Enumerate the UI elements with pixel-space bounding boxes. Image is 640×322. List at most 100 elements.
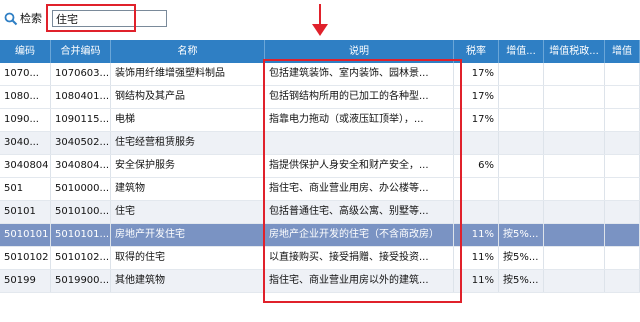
tax-rate-cell: 11% — [454, 270, 499, 292]
vat-extra-cell — [605, 155, 640, 177]
search-bar: 检索 住宅 — [0, 0, 640, 38]
vat-policy-cell — [544, 224, 605, 246]
tax-rate-cell — [454, 132, 499, 154]
table-row[interactable]: 1080... 1080401... 钢结构及其产品 包括钢结构所用的已加工的各种型.… — [0, 86, 640, 109]
name-cell: 电梯 — [111, 109, 265, 131]
name-cell: 建筑物 — [111, 178, 265, 200]
tax-rate-cell: 17% — [454, 86, 499, 108]
vat-cell — [499, 155, 544, 177]
column-header-name[interactable]: 名称 — [111, 40, 265, 63]
vat-extra-cell — [605, 178, 640, 200]
merge-code-cell: 5010000... — [51, 178, 111, 200]
merge-code-cell: 5019900... — [51, 270, 111, 292]
column-header-vat[interactable]: 增值... — [499, 40, 544, 63]
column-header-tax-rate[interactable]: 税率 — [454, 40, 499, 63]
column-header-description[interactable]: 说明 — [265, 40, 454, 63]
tax-rate-cell: 11% — [454, 224, 499, 246]
table-row[interactable]: 1070... 1070603... 装饰用纤维增强塑料制品 包括建筑装饰、室内装饰、… — [0, 63, 640, 86]
vat-policy-cell — [544, 178, 605, 200]
table-row[interactable]: 1090... 1090115... 电梯 指靠电力拖动（或液压缸顶举），... 17% — [0, 109, 640, 132]
vat-cell — [499, 63, 544, 85]
name-cell: 住宅 — [111, 201, 265, 223]
vat-extra-cell — [605, 224, 640, 246]
description-cell — [265, 132, 454, 154]
vat-cell — [499, 109, 544, 131]
description-cell: 包括普通住宅、高级公寓、别墅等... — [265, 201, 454, 223]
description-cell: 包括钢结构所用的已加工的各种型... — [265, 86, 454, 108]
vat-cell: 按5%... — [499, 270, 544, 292]
vat-cell — [499, 86, 544, 108]
code-cell: 1090... — [0, 109, 51, 131]
table-row[interactable]: 5010102 5010102... 取得的住宅 以直接购买、接受捐赠、接受投资...… — [0, 247, 640, 270]
code-cell: 501 — [0, 178, 51, 200]
vat-extra-cell — [605, 63, 640, 85]
merge-code-cell: 3040502... — [51, 132, 111, 154]
search-icon[interactable] — [4, 12, 18, 26]
code-cell: 5010101 — [0, 224, 51, 246]
merge-code-cell: 1080401... — [51, 86, 111, 108]
name-cell: 住宅经营租赁服务 — [111, 132, 265, 154]
description-cell: 指靠电力拖动（或液压缸顶举），... — [265, 109, 454, 131]
vat-cell: 按5%... — [499, 247, 544, 269]
tax-rate-cell: 17% — [454, 63, 499, 85]
description-cell: 指住宅、商业营业用房以外的建筑... — [265, 270, 454, 292]
name-cell: 其他建筑物 — [111, 270, 265, 292]
tax-rate-cell — [454, 201, 499, 223]
name-cell: 房地产开发住宅 — [111, 224, 265, 246]
vat-extra-cell — [605, 132, 640, 154]
column-header-vat-policy[interactable]: 增值税政... — [544, 40, 605, 63]
description-cell: 指提供保护人身安全和财产安全，... — [265, 155, 454, 177]
vat-cell — [499, 201, 544, 223]
code-cell: 1080... — [0, 86, 51, 108]
table-row[interactable]: 50101 5010100... 住宅 包括普通住宅、高级公寓、别墅等... — [0, 201, 640, 224]
table-row[interactable]: 5010101 5010101... 房地产开发住宅 房地产企业开发的住宅（不含商改房… — [0, 224, 640, 247]
column-header-vat-extra[interactable]: 增值 — [605, 40, 640, 63]
tax-rate-cell — [454, 178, 499, 200]
search-label: 检索 — [20, 12, 42, 25]
column-header-code[interactable]: 编码 — [0, 40, 51, 63]
table-row[interactable]: 50199 5019900... 其他建筑物 指住宅、商业营业用房以外的建筑... 11… — [0, 270, 640, 293]
name-cell: 钢结构及其产品 — [111, 86, 265, 108]
pointer-arrow-head — [312, 24, 328, 36]
vat-policy-cell — [544, 109, 605, 131]
vat-extra-cell — [605, 201, 640, 223]
merge-code-cell: 5010101... — [51, 224, 111, 246]
column-header-merge-code[interactable]: 合并编码 — [51, 40, 111, 63]
vat-policy-cell — [544, 132, 605, 154]
vat-cell — [499, 178, 544, 200]
tax-code-table: 编码 合并编码 名称 说明 税率 增值... 增值税政... 增值 1070..… — [0, 40, 640, 293]
code-cell: 50101 — [0, 201, 51, 223]
merge-code-cell: 5010100... — [51, 201, 111, 223]
vat-extra-cell — [605, 247, 640, 269]
pointer-arrow-shaft — [319, 4, 321, 26]
vat-extra-cell — [605, 109, 640, 131]
vat-cell — [499, 132, 544, 154]
name-cell: 取得的住宅 — [111, 247, 265, 269]
table-header: 编码 合并编码 名称 说明 税率 增值... 增值税政... 增值 — [0, 40, 640, 63]
code-cell: 1070... — [0, 63, 51, 85]
vat-policy-cell — [544, 155, 605, 177]
vat-cell: 按5%... — [499, 224, 544, 246]
table-row[interactable]: 3040... 3040502... 住宅经营租赁服务 — [0, 132, 640, 155]
vat-policy-cell — [544, 247, 605, 269]
vat-policy-cell — [544, 201, 605, 223]
merge-code-cell: 5010102... — [51, 247, 111, 269]
vat-extra-cell — [605, 270, 640, 292]
description-cell: 包括建筑装饰、室内装饰、园林景... — [265, 63, 454, 85]
name-cell: 装饰用纤维增强塑料制品 — [111, 63, 265, 85]
vat-policy-cell — [544, 63, 605, 85]
table-row[interactable]: 3040804 3040804... 安全保护服务 指提供保护人身安全和财产安全，..… — [0, 155, 640, 178]
tax-rate-cell: 17% — [454, 109, 499, 131]
merge-code-cell: 1090115... — [51, 109, 111, 131]
search-input[interactable]: 住宅 — [52, 10, 167, 27]
tax-rate-cell: 6% — [454, 155, 499, 177]
description-cell: 房地产企业开发的住宅（不含商改房） — [265, 224, 454, 246]
name-cell: 安全保护服务 — [111, 155, 265, 177]
table-row[interactable]: 501 5010000... 建筑物 指住宅、商业营业用房、办公楼等... — [0, 178, 640, 201]
code-cell: 3040... — [0, 132, 51, 154]
vat-extra-cell — [605, 86, 640, 108]
description-cell: 以直接购买、接受捐赠、接受投资... — [265, 247, 454, 269]
code-cell: 3040804 — [0, 155, 51, 177]
merge-code-cell: 3040804... — [51, 155, 111, 177]
vat-policy-cell — [544, 270, 605, 292]
